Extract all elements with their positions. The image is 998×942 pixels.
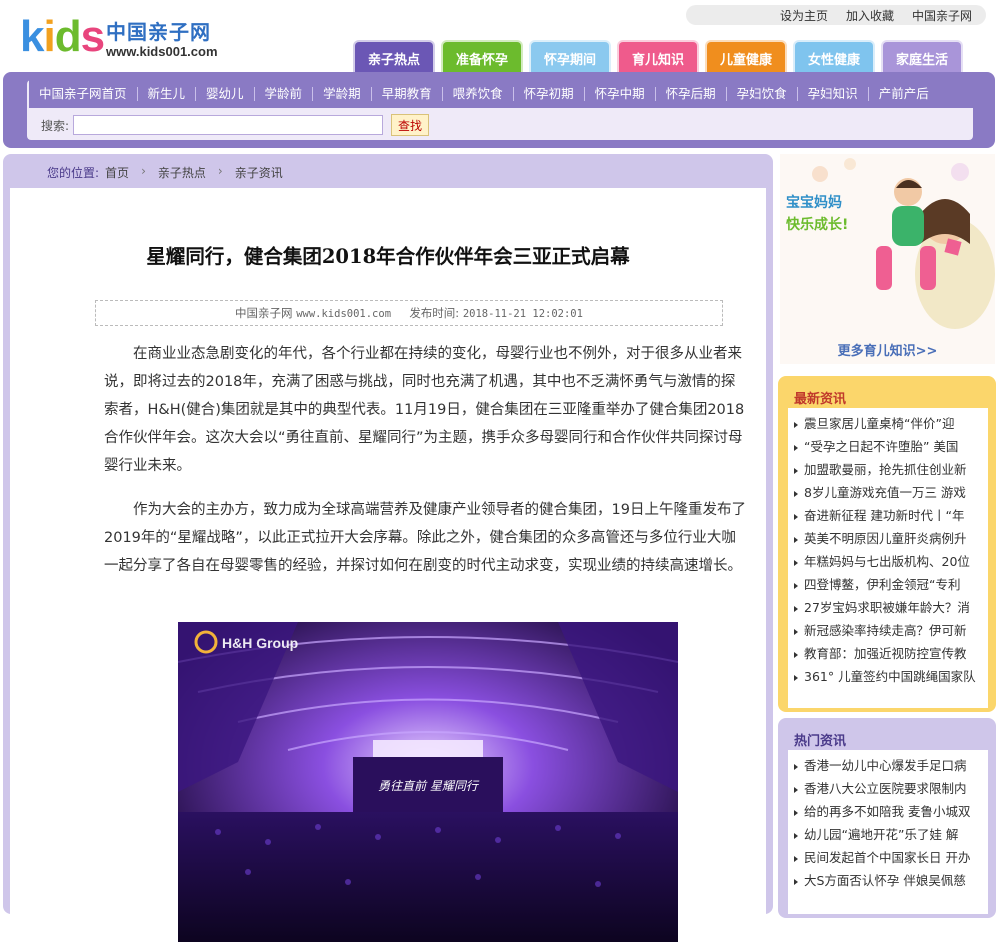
list-item[interactable]: 给的再多不如陪我 麦鲁小城双: [788, 800, 988, 823]
breadcrumb-separator-icon: ›: [217, 164, 223, 178]
banner-line-2: 快乐成长!: [786, 217, 849, 233]
list-item[interactable]: 新冠感染率持续走高？伊可新: [788, 619, 988, 642]
nav-item-early-pregnancy[interactable]: 怀孕初期: [514, 87, 585, 101]
latest-news-title: 最新资讯: [794, 392, 847, 407]
tab-women-health[interactable]: 女性健康: [793, 40, 875, 74]
article-meta: 中国亲子网 www.kids001.com 发布时间: 2018-11-21 1…: [95, 300, 723, 326]
list-item[interactable]: 香港一幼儿中心爆发手足口病: [788, 754, 988, 777]
breadcrumb-news[interactable]: 亲子资讯: [235, 164, 283, 181]
list-item[interactable]: 年糕妈妈与七出版机构、20位: [788, 550, 988, 573]
nav-item-late-pregnancy[interactable]: 怀孕后期: [656, 87, 727, 101]
list-item[interactable]: 英美不明原因儿童肝炎病例升: [788, 527, 988, 550]
article-paragraph: 作为大会的主办方，致力成为全球高端营养及健康产业领导者的健合集团，19日上午隆重…: [104, 502, 746, 574]
nav-item-postpartum[interactable]: 产前产后: [869, 87, 939, 101]
list-item[interactable]: 幼儿园“遍地开花”乐了娃 解: [788, 823, 988, 846]
mother-child-image: [780, 154, 995, 364]
tab-hot[interactable]: 亲子热点: [353, 40, 435, 74]
nav-item-infant[interactable]: 婴幼儿: [196, 87, 255, 101]
list-item[interactable]: 震旦家居儿童桌椅“伴价”迎: [788, 412, 988, 435]
list-item[interactable]: 27岁宝妈求职被嫌年龄大？消: [788, 596, 988, 619]
top-links-bar: 设为主页 加入收藏 中国亲子网: [686, 5, 986, 25]
set-homepage-link[interactable]: 设为主页: [780, 7, 828, 24]
list-item[interactable]: “受孕之日起不许堕胎” 美国: [788, 435, 988, 458]
logo-chinese-name: 中国亲子网: [106, 20, 211, 44]
article-title: 星耀同行，健合集团2018年合作伙伴年会三亚正式启幕: [146, 245, 630, 268]
article-date-label: 发布时间:: [409, 306, 460, 320]
search-label: 搜索:: [41, 118, 70, 133]
nav-item-pregnancy-diet[interactable]: 孕妇饮食: [727, 87, 798, 101]
nav-item-preschool[interactable]: 学龄前: [255, 87, 314, 101]
add-favorite-link[interactable]: 加入收藏: [846, 7, 894, 24]
list-item[interactable]: 四登博鳌，伊利金领冠“专利: [788, 573, 988, 596]
breadcrumb-hot[interactable]: 亲子热点: [158, 164, 206, 181]
parenting-banner[interactable]: 宝宝妈妈 快乐成长!: [780, 154, 995, 364]
list-item[interactable]: 香港八大公立医院要求限制内: [788, 777, 988, 800]
list-item[interactable]: 加盟歌曼丽，抢先抓住创业新: [788, 458, 988, 481]
article-panel: 您的位置: 首页 › 亲子热点 › 亲子资讯 星耀同行，健合集团2018年合作伙…: [3, 154, 773, 942]
photo-logo-text: H&H Group: [222, 635, 298, 651]
tab-during-pregnancy[interactable]: 怀孕期间: [529, 40, 611, 74]
nav-item-early-education[interactable]: 早期教育: [372, 87, 443, 101]
stage-slogan: 勇往直前 星耀同行: [378, 779, 480, 793]
list-item[interactable]: 教育部：加强近视防控宣传教: [788, 642, 988, 665]
logo-url: www.kids001.com: [106, 44, 218, 59]
article-photo: 勇往直前 星耀同行 H&H Group: [178, 622, 678, 942]
tab-prepare-pregnancy[interactable]: 准备怀孕: [441, 40, 523, 74]
list-item[interactable]: 民间发起首个中国家长日 开办: [788, 846, 988, 869]
article-date: 2018-11-21 12:02:01: [462, 308, 583, 320]
list-item[interactable]: 大S方面否认怀孕 伴娘吴佩慈: [788, 869, 988, 892]
hot-news-title: 热门资讯: [794, 734, 847, 749]
nav-item-feeding[interactable]: 喂养饮食: [443, 87, 514, 101]
hot-news-list: 香港一幼儿中心爆发手足口病 香港八大公立医院要求限制内 给的再多不如陪我 麦鲁小…: [788, 750, 988, 914]
article-paragraph: 在商业业态急剧变化的年代，各个行业都在持续的变化，母婴行业也不例外，对于很多从业…: [104, 346, 745, 474]
nav-item-newborn[interactable]: 新生儿: [138, 87, 197, 101]
tab-parenting[interactable]: 育儿知识: [617, 40, 699, 74]
article-body: 星耀同行，健合集团2018年合作伙伴年会三亚正式启幕 中国亲子网 www.kid…: [10, 188, 766, 942]
more-parenting-link[interactable]: 更多育儿知识>>: [780, 340, 995, 359]
logo-kids-text: kids: [20, 12, 105, 61]
latest-news-box: 最新资讯 震旦家居儿童桌椅“伴价”迎 “受孕之日起不许堕胎” 美国 加盟歌曼丽，…: [778, 376, 996, 712]
nav-item-mid-pregnancy[interactable]: 怀孕中期: [585, 87, 656, 101]
list-item[interactable]: 奋进新征程 建功新时代丨“年: [788, 504, 988, 527]
search-bar: 搜索: 查找: [27, 110, 430, 140]
nav-item-pregnancy-knowledge[interactable]: 孕妇知识: [798, 87, 869, 101]
banner-line-1: 宝宝妈妈: [786, 195, 842, 211]
latest-news-list: 震旦家居儿童桌椅“伴价”迎 “受孕之日起不许堕胎” 美国 加盟歌曼丽，抢先抓住创…: [788, 408, 988, 708]
search-button[interactable]: 查找: [391, 114, 430, 136]
breadcrumb-home[interactable]: 首页: [105, 164, 129, 181]
article-source: 中国亲子网: [235, 306, 293, 320]
nav-item-home[interactable]: 中国亲子网首页: [29, 87, 138, 101]
breadcrumb: 您的位置: 首页 › 亲子热点 › 亲子资讯: [47, 164, 283, 181]
category-tabs: 亲子热点 准备怀孕 怀孕期间 育儿知识 儿童健康 女性健康 家庭生活: [353, 40, 963, 74]
tab-family-life[interactable]: 家庭生活: [881, 40, 963, 74]
hot-news-box: 热门资讯 香港一幼儿中心爆发手足口病 香港八大公立医院要求限制内 给的再多不如陪…: [778, 718, 996, 918]
nav-item-school-age[interactable]: 学龄期: [313, 87, 372, 101]
breadcrumb-separator-icon: ›: [141, 164, 146, 178]
site-home-link[interactable]: 中国亲子网: [912, 7, 972, 24]
nav-links: 中国亲子网首页 新生儿 婴幼儿 学龄前 学龄期 早期教育 喂养饮食 怀孕初期 怀…: [29, 80, 973, 108]
article-source-url[interactable]: www.kids001.com: [296, 308, 391, 320]
conference-hall-image: 勇往直前 星耀同行 H&H Group: [178, 622, 678, 942]
search-input[interactable]: [73, 115, 384, 135]
tab-child-health[interactable]: 儿童健康: [705, 40, 787, 74]
site-logo[interactable]: kids 中国亲子网 www.kids001.com: [20, 14, 240, 64]
breadcrumb-prefix: 您的位置:: [47, 166, 100, 180]
main-nav: 中国亲子网首页 新生儿 婴幼儿 学龄前 学龄期 早期教育 喂养饮食 怀孕初期 怀…: [3, 72, 995, 148]
list-item[interactable]: 361° 儿童签约中国跳绳国家队: [788, 665, 988, 688]
list-item[interactable]: 8岁儿童游戏充值一万三 游戏: [788, 481, 988, 504]
